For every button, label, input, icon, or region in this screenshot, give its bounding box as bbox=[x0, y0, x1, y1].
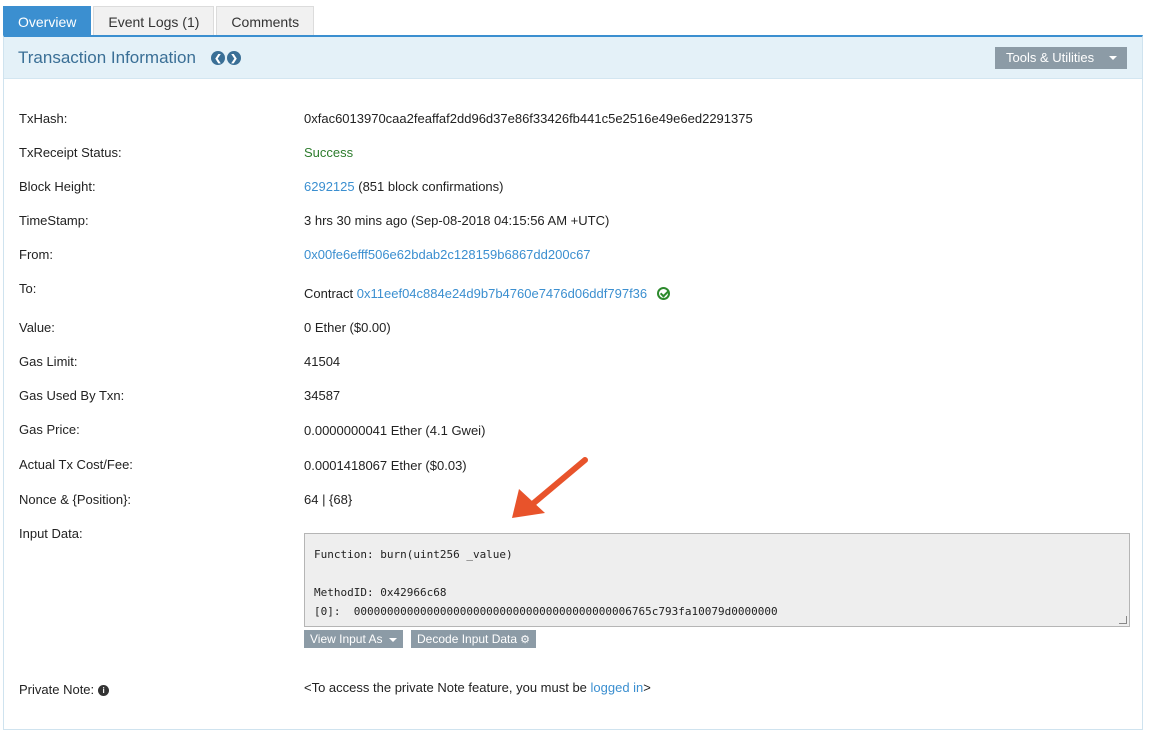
verified-check-icon bbox=[656, 287, 670, 300]
transaction-panel: Transaction Information ❮ ❯ Tools & Util… bbox=[3, 35, 1143, 730]
tx-fee-label: Actual Tx Cost/Fee: bbox=[19, 457, 133, 472]
block-confirmations: (851 block confirmations) bbox=[358, 179, 504, 194]
to-value: Contract 0x11eef04c884e24d9b7b4760e7476d… bbox=[304, 285, 670, 301]
chevron-left-circle-icon[interactable]: ❮ bbox=[211, 51, 225, 65]
gas-used-value: 34587 bbox=[304, 388, 341, 403]
txhash-value: 0xfac6013970caa2feaffaf2dd96d37e86f33426… bbox=[304, 111, 753, 126]
gas-price-value: 0.0000000041 Ether (4.1 Gwei) bbox=[304, 423, 486, 438]
timestamp-label: TimeStamp: bbox=[19, 213, 89, 228]
private-note-label-wrap: Private Note: i bbox=[19, 682, 110, 697]
input-data-label: Input Data: bbox=[19, 526, 83, 541]
gear-icon: ⚙ bbox=[520, 634, 530, 646]
view-input-as-button[interactable]: View Input As bbox=[304, 630, 403, 648]
to-label: To: bbox=[19, 281, 37, 296]
value-label: Value: bbox=[19, 320, 55, 335]
tools-utilities-button[interactable]: Tools & Utilities bbox=[995, 47, 1127, 69]
value-amount: 0 Ether ($0.00) bbox=[304, 320, 391, 335]
gas-limit-label: Gas Limit: bbox=[19, 354, 78, 369]
from-address-link[interactable]: 0x00fe6efff506e62bdab2c128159b6867dd200c… bbox=[304, 247, 591, 262]
tools-utilities-label: Tools & Utilities bbox=[1006, 50, 1095, 65]
input-method-line: MethodID: 0x42966c68 bbox=[314, 586, 447, 599]
resize-handle[interactable] bbox=[1119, 616, 1127, 624]
contract-prefix: Contract bbox=[304, 286, 354, 301]
status-label: TxReceipt Status: bbox=[19, 145, 122, 160]
annotation-arrow-icon bbox=[512, 457, 588, 518]
private-note-text: <To access the private Note feature, you… bbox=[304, 680, 651, 695]
status-value: Success bbox=[304, 145, 354, 160]
input-data-textarea[interactable]: Function: burn(uint256 _value) MethodID:… bbox=[304, 533, 1130, 627]
gas-price-label: Gas Price: bbox=[19, 422, 80, 437]
input-param-line: [0]: 00000000000000000000000000000000000… bbox=[314, 605, 778, 618]
private-note-label: Private Note: bbox=[19, 682, 95, 697]
tx-fee-value: 0.0001418067 Ether ($0.03) bbox=[304, 458, 467, 473]
view-input-as-label: View Input As bbox=[310, 632, 383, 646]
tab-event-logs[interactable]: Event Logs (1) bbox=[93, 6, 215, 36]
nonce-label: Nonce & {Position}: bbox=[19, 492, 132, 507]
chevron-right-circle-icon[interactable]: ❯ bbox=[227, 51, 241, 65]
tab-bar: Overview Event Logs (1) Comments bbox=[3, 6, 316, 36]
input-function-line: Function: burn(uint256 _value) bbox=[314, 548, 513, 561]
private-note-after: > bbox=[643, 680, 651, 695]
tab-overview[interactable]: Overview bbox=[3, 6, 92, 36]
to-address-link[interactable]: 0x11eef04c884e24d9b7b4760e7476d06ddf797f… bbox=[357, 286, 647, 301]
panel-header: Transaction Information ❮ ❯ Tools & Util… bbox=[4, 37, 1142, 79]
txhash-label: TxHash: bbox=[19, 111, 68, 126]
from-label: From: bbox=[19, 247, 53, 262]
decode-input-data-button[interactable]: Decode Input Data ⚙ bbox=[411, 630, 536, 648]
block-height-label: Block Height: bbox=[19, 179, 96, 194]
block-height-link[interactable]: 6292125 bbox=[304, 179, 355, 194]
gas-used-label: Gas Used By Txn: bbox=[19, 388, 125, 403]
decode-input-data-label: Decode Input Data bbox=[417, 632, 518, 646]
caret-down-icon bbox=[1109, 56, 1117, 60]
nonce-value: 64 | {68} bbox=[304, 492, 353, 507]
block-height-value: 6292125 (851 block confirmations) bbox=[304, 179, 503, 194]
caret-down-icon bbox=[388, 637, 397, 642]
private-note-before: <To access the private Note feature, you… bbox=[304, 680, 591, 695]
tab-comments[interactable]: Comments bbox=[216, 6, 315, 36]
timestamp-value: 3 hrs 30 mins ago (Sep-08-2018 04:15:56 … bbox=[304, 213, 610, 228]
info-icon[interactable]: i bbox=[98, 685, 110, 696]
logged-in-link[interactable]: logged in bbox=[591, 680, 644, 695]
nav-arrows: ❮ ❯ bbox=[211, 51, 241, 65]
gas-limit-value: 41504 bbox=[304, 354, 341, 369]
page-title: Transaction Information bbox=[18, 48, 196, 67]
